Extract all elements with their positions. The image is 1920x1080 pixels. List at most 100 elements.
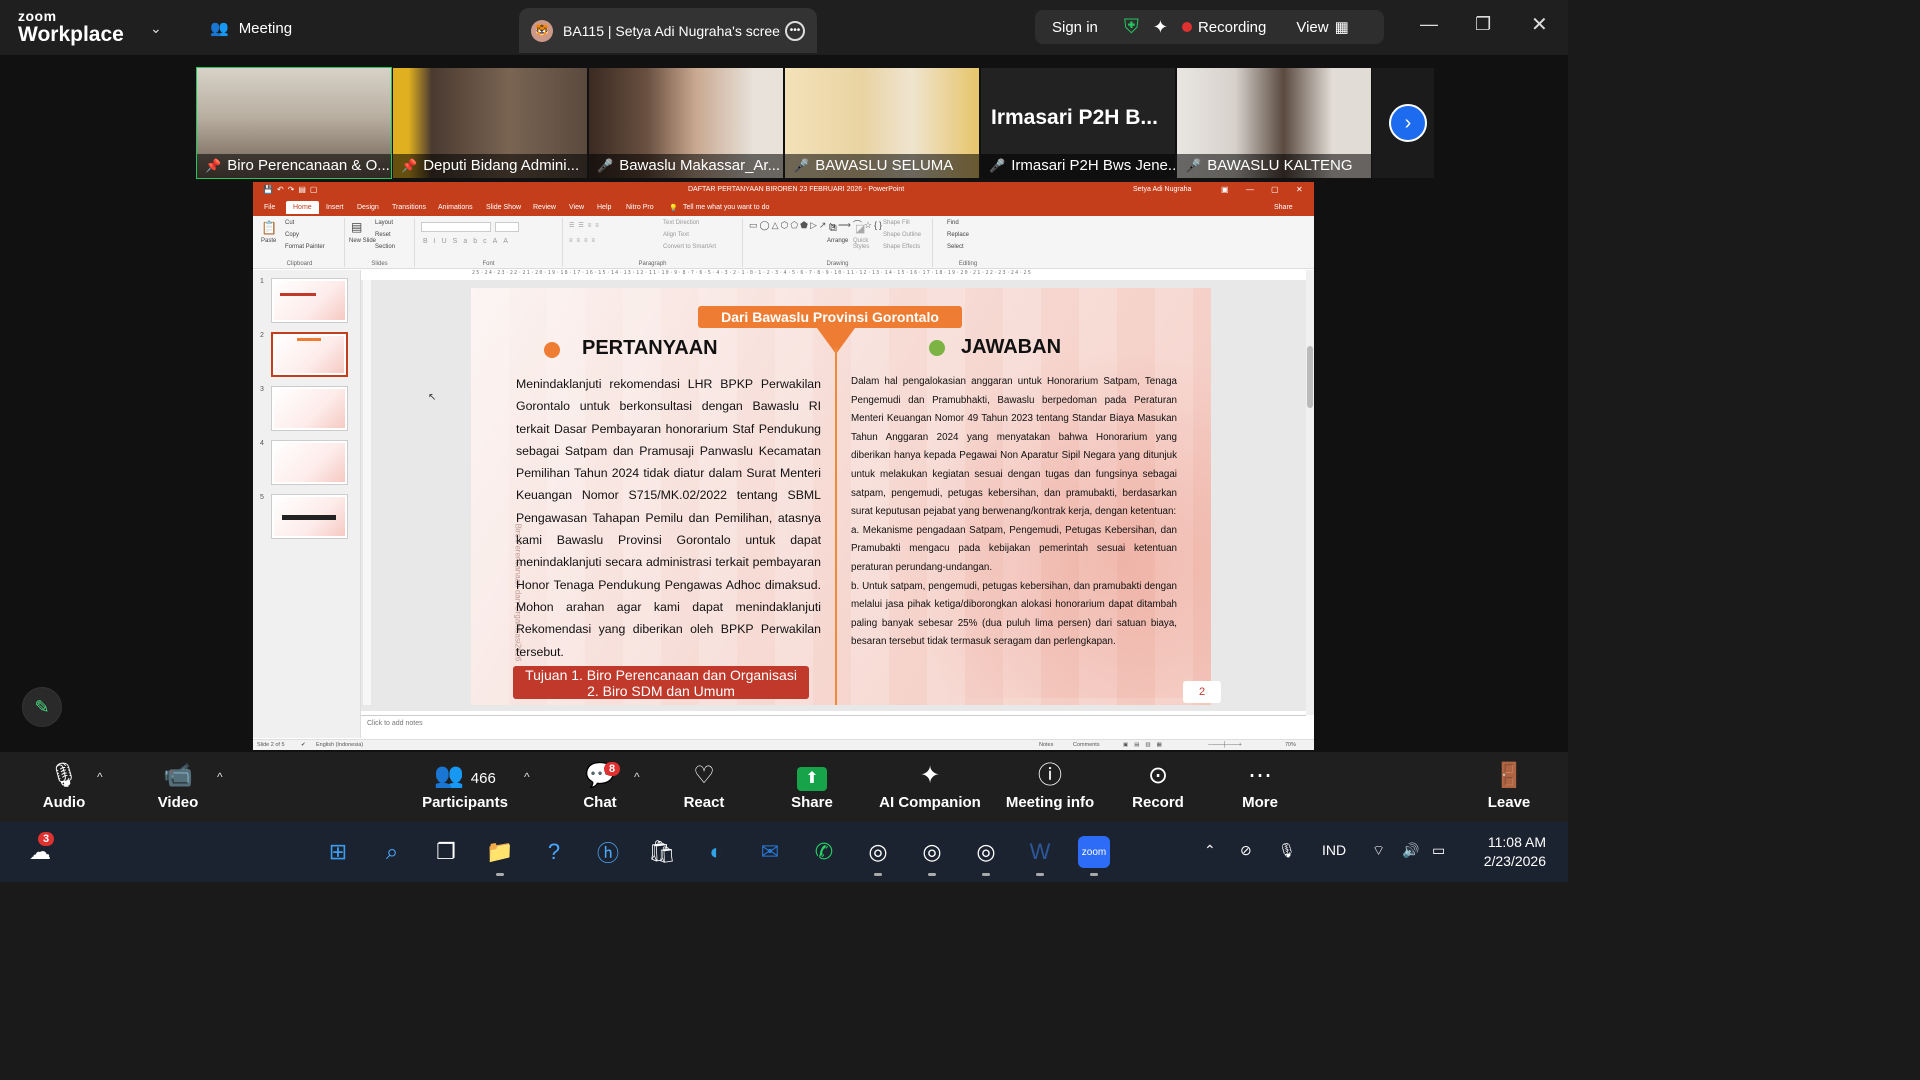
copy-button[interactable]: Copy xyxy=(285,232,299,238)
current-slide[interactable]: Biro Perencanaan dan Organisasi2026 Dari… xyxy=(471,288,1211,705)
chrome-profile-icon[interactable]: ◎ xyxy=(916,836,948,876)
restore-icon[interactable]: ❐ xyxy=(1475,14,1491,35)
smartart-button[interactable]: Convert to SmartArt xyxy=(663,244,716,250)
battery-icon[interactable]: ▭ xyxy=(1432,842,1445,859)
outlook-icon[interactable]: ✉ xyxy=(754,836,786,868)
system-clock[interactable]: 11:08 AM 2/23/2026 xyxy=(1474,833,1546,871)
new-slide-icon[interactable]: ▤ xyxy=(351,220,362,234)
help-icon[interactable]: ? xyxy=(538,836,570,868)
participant-tile[interactable]: 📌 Biro Perencanaan & O... xyxy=(196,67,392,179)
slide-thumbnail[interactable] xyxy=(271,440,348,485)
layout-button[interactable]: Layout xyxy=(375,220,393,226)
select-button[interactable]: Select xyxy=(947,244,964,250)
shared-screen-tab[interactable]: 🐯 BA115 | Setya Adi Nugraha's screen ••• xyxy=(519,8,817,53)
ribbon-options-icon[interactable]: ▣ xyxy=(1221,185,1229,194)
participants-options-chevron-icon[interactable]: ^ xyxy=(524,770,530,784)
font-size-dropdown[interactable] xyxy=(495,222,519,232)
paste-button[interactable]: Paste xyxy=(261,238,276,244)
tray-overflow-chevron-icon[interactable]: ⌃ xyxy=(1204,842,1216,859)
replace-button[interactable]: Replace xyxy=(947,232,969,238)
font-format-icons[interactable]: BIUSabcAA xyxy=(423,238,514,245)
new-slide-button[interactable]: New Slide xyxy=(349,238,376,244)
meeting-info-button[interactable]: ⓘ Meeting info xyxy=(1002,760,1098,811)
spellcheck-icon[interactable]: ✔ xyxy=(301,742,306,748)
find-button[interactable]: Find xyxy=(947,220,959,226)
more-options-icon[interactable]: ••• xyxy=(785,20,805,41)
volume-icon[interactable]: 🔊 xyxy=(1402,842,1419,859)
wifi-icon[interactable]: ⌔ xyxy=(1372,842,1385,860)
menu-file[interactable]: File xyxy=(264,204,275,211)
menu-home[interactable]: Home xyxy=(286,201,319,214)
chevron-down-icon[interactable]: ⌄ xyxy=(150,20,162,37)
shapes-gallery[interactable]: ▭◯△⬡⬠⬟▷↗↘⟶⌒☆{} xyxy=(749,220,882,231)
keyboard-language[interactable]: IND xyxy=(1322,842,1346,858)
next-page-button[interactable]: › xyxy=(1389,104,1427,142)
record-button[interactable]: ⊙ Record xyxy=(1130,760,1186,811)
mic-tray-icon[interactable]: 🎙 xyxy=(1278,842,1296,859)
menu-slide-show[interactable]: Slide Show xyxy=(486,204,521,211)
slide-thumbnail-selected[interactable] xyxy=(271,332,348,377)
menu-transitions[interactable]: Transitions xyxy=(392,204,426,211)
menu-insert[interactable]: Insert xyxy=(326,204,344,211)
ai-companion-button[interactable]: ✦ AI Companion xyxy=(878,760,982,811)
font-name-dropdown[interactable] xyxy=(421,222,491,232)
tell-me-search[interactable]: Tell me what you want to do xyxy=(683,204,769,211)
quick-styles-icon[interactable]: ◪ xyxy=(855,222,865,235)
comments-toggle[interactable]: Comments xyxy=(1073,742,1100,748)
hp-icon[interactable]: ⓗ xyxy=(592,836,624,868)
menu-help[interactable]: Help xyxy=(597,204,611,211)
slide-thumbnail[interactable] xyxy=(271,494,348,539)
arrange-button[interactable]: Arrange xyxy=(827,238,848,244)
align-icons[interactable]: ≡≡≡≡ xyxy=(569,238,599,244)
format-painter-button[interactable]: Format Painter xyxy=(285,244,325,250)
zoom-taskbar-icon[interactable]: zoom xyxy=(1078,836,1110,876)
scroll-thumb[interactable] xyxy=(1307,346,1313,408)
participant-tile[interactable]: 🎤 BAWASLU KALTENG xyxy=(1177,68,1371,178)
video-button[interactable]: 📹 Video xyxy=(152,760,204,811)
ppt-restore-icon[interactable]: ▢ xyxy=(1271,185,1279,194)
annotate-pencil-button[interactable]: ✎ xyxy=(22,687,62,727)
view-button[interactable]: View ▦ xyxy=(1296,18,1348,37)
sign-in-button[interactable]: Sign in xyxy=(1052,19,1098,36)
quick-styles-button[interactable]: Quick Styles xyxy=(853,238,879,250)
reset-button[interactable]: Reset xyxy=(375,232,391,238)
camera-off-icon[interactable]: ⊘ xyxy=(1240,842,1252,859)
ppt-share-button[interactable]: Share xyxy=(1274,204,1293,211)
minimize-icon[interactable]: — xyxy=(1420,14,1438,35)
zoom-level[interactable]: 70% xyxy=(1285,742,1296,748)
ppt-user-name[interactable]: Setya Adi Nugraha xyxy=(1133,186,1191,193)
audio-button[interactable]: 🎙 Audio xyxy=(38,760,90,811)
menu-view[interactable]: View xyxy=(569,204,584,211)
zoom-logo[interactable]: zoom Workplace xyxy=(18,9,124,45)
file-explorer-icon[interactable]: 📁 xyxy=(484,836,516,876)
task-view-icon[interactable]: ❐ xyxy=(430,836,462,868)
menu-animations[interactable]: Animations xyxy=(438,204,473,211)
share-screen-button[interactable]: ⬆ Share xyxy=(786,760,838,811)
shape-fill-button[interactable]: Shape Fill xyxy=(883,220,910,226)
cut-button[interactable]: Cut xyxy=(285,220,294,226)
ppt-close-icon[interactable]: ✕ xyxy=(1296,185,1303,194)
notes-pane[interactable]: Click to add notes xyxy=(361,715,1306,735)
align-text-button[interactable]: Align Text xyxy=(663,232,689,238)
react-button[interactable]: ♡ React xyxy=(680,760,728,811)
meeting-tab[interactable]: 👥 Meeting xyxy=(210,19,292,38)
chrome-icon[interactable]: ◎ xyxy=(862,836,894,876)
sparkle-icon[interactable]: ✦ xyxy=(1153,17,1168,38)
list-icons[interactable]: ☰☰≡≡ xyxy=(569,222,603,229)
menu-nitro-pro[interactable]: Nitro Pro xyxy=(626,204,654,211)
shape-effects-button[interactable]: Shape Effects xyxy=(883,244,920,250)
close-icon[interactable]: ✕ xyxy=(1531,12,1548,37)
menu-review[interactable]: Review xyxy=(533,204,556,211)
edge-browser-icon[interactable]: ◐ xyxy=(700,836,732,868)
section-button[interactable]: Section xyxy=(375,244,395,250)
view-mode-icons[interactable]: ▣▤▥▦ xyxy=(1123,742,1168,748)
arrange-icon[interactable]: ⧉ xyxy=(829,222,837,235)
microsoft-store-icon[interactable]: 🛍 xyxy=(646,836,678,868)
ppt-minimize-icon[interactable]: — xyxy=(1246,185,1254,194)
paste-icon[interactable]: 📋 xyxy=(261,220,277,236)
whatsapp-icon[interactable]: ✆ xyxy=(808,836,840,868)
participant-tile[interactable]: 📌 Deputi Bidang Admini... xyxy=(393,68,587,178)
chat-options-chevron-icon[interactable]: ^ xyxy=(634,770,640,784)
slide-thumbnail[interactable] xyxy=(271,278,348,323)
zoom-slider[interactable]: −───┼───+ xyxy=(1208,742,1242,748)
